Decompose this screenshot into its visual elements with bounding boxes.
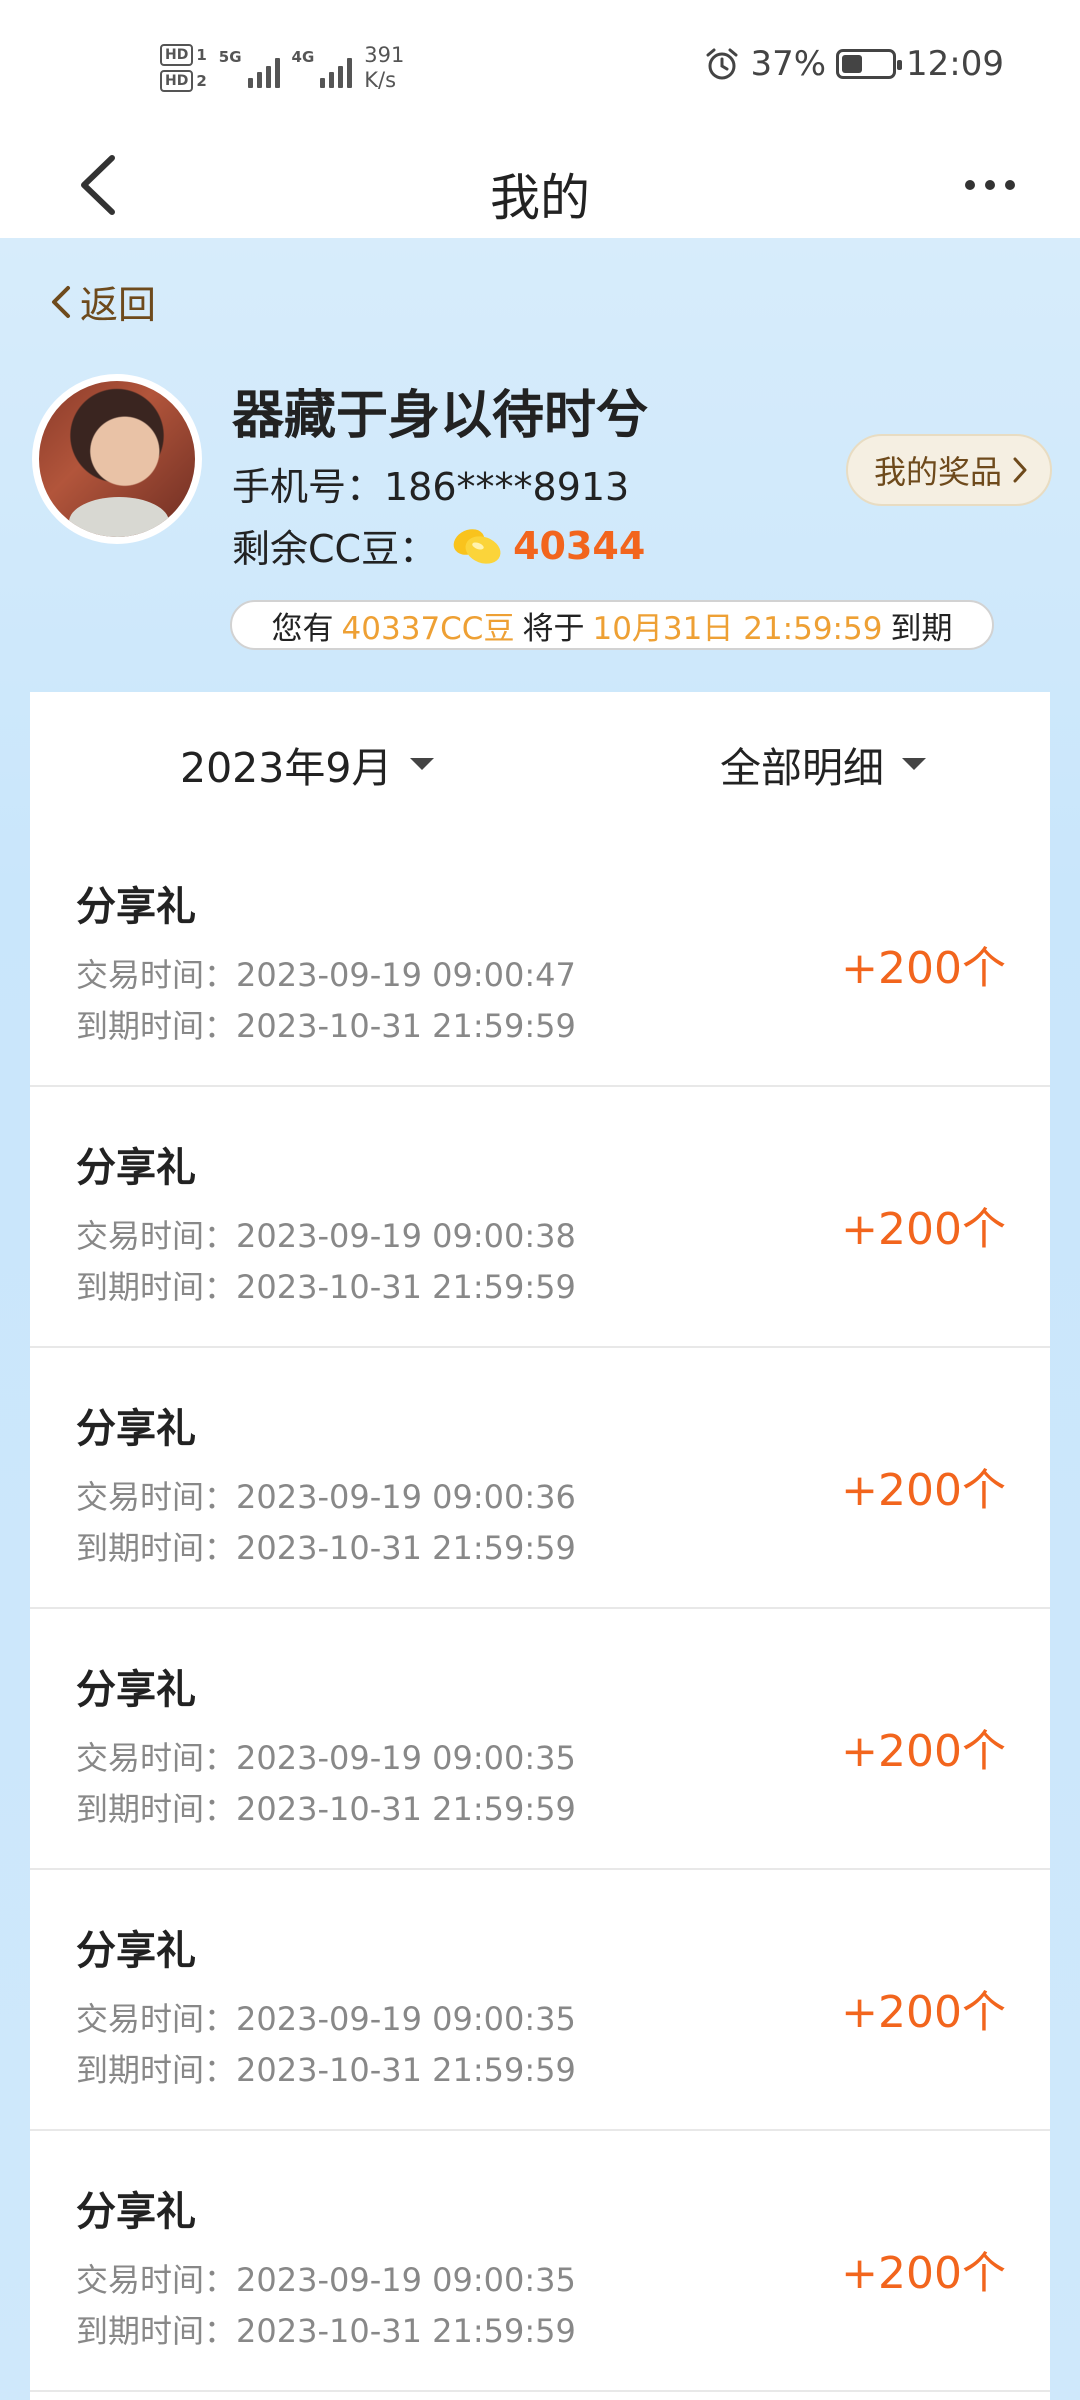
status-time: 12:09 (906, 44, 1004, 84)
record-title: 分享礼 (76, 1667, 196, 1713)
my-prizes-button[interactable]: 我的奖品 (845, 434, 1052, 506)
dot (965, 180, 975, 190)
signal-4g-label: 4G (291, 48, 315, 66)
record-expire-time: 到期时间：2023-10-31 21:59:59 (76, 1790, 576, 1828)
record-trade-time: 交易时间：2023-09-19 09:00:35 (76, 2261, 576, 2299)
hd2-label: HD (160, 70, 194, 92)
record-title: 分享礼 (76, 2189, 196, 2235)
alarm-clock-icon (706, 48, 738, 80)
record-amount: +200个 (841, 943, 1006, 994)
my-prizes-label: 我的奖品 (873, 453, 1002, 491)
detail-card: 2023年9月 全部明细 分享礼 交易时间：2023-09-19 09:00:4… (30, 692, 1050, 2400)
record-amount: +200个 (841, 1726, 1006, 1777)
record-expire-time: 到期时间：2023-10-31 21:59:59 (76, 2312, 576, 2350)
record-expire-time: 到期时间：2023-10-31 21:59:59 (76, 1268, 576, 1306)
list-item: 分享礼 交易时间：2023-09-19 09:00:36 到期时间：2023-1… (30, 1348, 1050, 1609)
caret-down-icon (410, 758, 435, 770)
dot (1005, 180, 1015, 190)
expire-middle: 将于 (522, 610, 585, 647)
back-chevron-icon (52, 285, 70, 318)
signal-bar (338, 66, 344, 88)
record-trade-time: 交易时间：2023-09-19 09:00:35 (76, 1739, 576, 1777)
back-link[interactable]: 返回 (48, 274, 156, 329)
filter-bar: 2023年9月 全部明细 (30, 692, 1050, 826)
list-item: 分享礼 交易时间：2023-09-19 09:00:38 到期时间：2023-1… (30, 1087, 1050, 1348)
avatar (32, 374, 202, 544)
record-amount: +200个 (841, 2248, 1006, 2299)
caret-down-icon (902, 758, 926, 770)
account-header: 返回 器藏于身以待时兮 手机号：186****8913 剩余CC豆： 40344… (0, 238, 1080, 2400)
hd2-number: 2 (196, 72, 207, 90)
record-title: 分享礼 (76, 884, 196, 930)
record-amount: +200个 (841, 1204, 1006, 1255)
signal-bar (320, 78, 326, 88)
avatar-shirt (69, 497, 169, 537)
record-amount: +200个 (841, 1465, 1006, 1516)
expire-date: 10月31日 21:59:59 (592, 610, 883, 647)
record-title: 分享礼 (76, 1406, 196, 1452)
hd1-number: 1 (196, 46, 207, 64)
user-phone: 手机号：186****8913 (232, 465, 630, 509)
expire-notice: 您有 40337CC豆 将于 10月31日 21:59:59 到期 (230, 600, 994, 650)
status-left: HD 1 HD 2 5G 4G 391 K/s (160, 36, 404, 100)
record-expire-time: 到期时间：2023-10-31 21:59:59 (76, 2051, 576, 2089)
network-speed-unit: K/s (364, 68, 397, 92)
more-dots-icon[interactable] (950, 160, 1030, 210)
record-expire-time: 到期时间：2023-10-31 21:59:59 (76, 1007, 576, 1045)
hd-indicators: HD 1 HD 2 (160, 44, 207, 92)
signal-5g-icon: 5G (219, 48, 280, 88)
expire-prefix: 您有 (271, 610, 334, 647)
expire-suffix: 到期 (890, 610, 953, 647)
battery-fill (842, 55, 863, 73)
list-item: 分享礼 交易时间：2023-09-19 09:00:35 到期时间：2023-1… (30, 1870, 1050, 2131)
record-trade-time: 交易时间：2023-09-19 09:00:38 (76, 1217, 576, 1255)
signal-bar (265, 66, 271, 88)
signal-4g-icon: 4G (292, 48, 353, 88)
signal-bar (256, 72, 262, 88)
record-expire-time: 到期时间：2023-10-31 21:59:59 (76, 1529, 576, 1567)
dot (985, 180, 995, 190)
network-speed: 391 K/s (364, 43, 404, 93)
hd1-indicator: HD 1 (160, 44, 207, 66)
signal-bar (247, 78, 253, 88)
record-trade-time: 交易时间：2023-09-19 09:00:36 (76, 1478, 576, 1516)
hd2-indicator: HD 2 (160, 70, 207, 92)
expire-amount: 40337CC豆 (341, 610, 515, 647)
signal-5g-label: 5G (218, 48, 242, 66)
record-title: 分享礼 (76, 1928, 196, 1974)
type-filter-dropdown[interactable]: 全部明细 (720, 734, 926, 794)
record-amount: +200个 (841, 1987, 1006, 2038)
chevron-right-icon (1013, 457, 1027, 483)
back-link-label: 返回 (80, 283, 157, 327)
battery-icon (836, 49, 903, 79)
page-title: 我的 (490, 169, 590, 227)
record-trade-time: 交易时间：2023-09-19 09:00:47 (76, 956, 576, 994)
signal-bar (347, 58, 353, 88)
signal-bar (329, 72, 335, 88)
signal-bar (274, 58, 280, 88)
user-name: 器藏于身以待时兮 (232, 386, 649, 446)
status-bar: HD 1 HD 2 5G 4G 391 K/s 37% 12:09 (0, 0, 1080, 132)
bean-icon (453, 528, 501, 564)
nav-bar: 我的 (0, 132, 1080, 238)
record-trade-time: 交易时间：2023-09-19 09:00:35 (76, 2000, 576, 2038)
month-filter-dropdown[interactable]: 2023年9月 (180, 734, 435, 794)
month-filter-label: 2023年9月 (180, 744, 393, 792)
list-item: 分享礼 交易时间：2023-09-19 09:00:35 到期时间：2023-1… (30, 2131, 1050, 2392)
battery-percent: 37% (750, 44, 827, 84)
record-title: 分享礼 (76, 1145, 196, 1191)
type-filter-label: 全部明细 (720, 744, 884, 792)
status-right: 37% 12:09 (704, 44, 1004, 84)
bean-balance: 剩余CC豆： 40344 (232, 518, 645, 573)
list-item: 分享礼 交易时间：2023-09-19 09:00:47 到期时间：2023-1… (30, 826, 1050, 1087)
network-speed-value: 391 (364, 43, 405, 67)
hd1-label: HD (160, 44, 194, 66)
bean-balance-label: 剩余CC豆： (232, 527, 438, 571)
bean-count: 40344 (513, 523, 646, 568)
list-item: 分享礼 交易时间：2023-09-19 09:00:35 到期时间：2023-1… (30, 1609, 1050, 1870)
